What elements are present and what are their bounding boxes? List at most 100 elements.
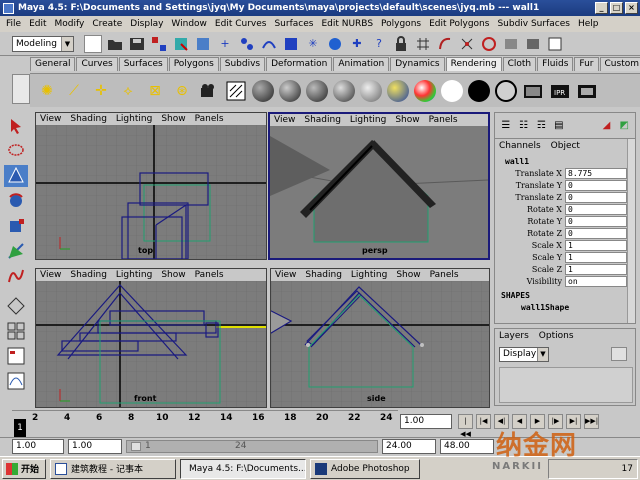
vp-menu-show[interactable]: Show: [161, 114, 185, 124]
playback-end-field[interactable]: 24.00: [382, 439, 436, 454]
channel-value-field[interactable]: 0: [565, 191, 627, 203]
show-hide-editor-icon[interactable]: [546, 35, 564, 53]
menu-set-dropdown[interactable]: Modeling ▼: [12, 35, 74, 52]
range-slider-handle[interactable]: [131, 442, 141, 451]
shape-node-name[interactable]: wall1Shape: [501, 303, 629, 315]
current-time-field[interactable]: 1.00: [400, 414, 452, 429]
layer-type-dropdown[interactable]: Display ▼: [499, 347, 549, 362]
phong-material-icon[interactable]: [306, 79, 328, 102]
go-to-end-button[interactable]: ▶▶|: [584, 414, 599, 429]
channel-value-field[interactable]: 8.775: [565, 167, 627, 179]
channel-box-extra-icon[interactable]: ◢: [600, 119, 614, 133]
blinn-material-icon[interactable]: [279, 79, 301, 102]
menu-edit-curves[interactable]: Edit Curves: [211, 19, 271, 29]
select-misc-icon[interactable]: ?: [370, 35, 388, 53]
animation-start-field[interactable]: 1.00: [12, 439, 64, 454]
lambert-material-icon[interactable]: [252, 79, 274, 102]
attribute-editor-mode-icon[interactable]: ☷: [517, 119, 531, 133]
render-icon[interactable]: [502, 35, 520, 53]
start-button[interactable]: 开始: [2, 458, 46, 479]
layered-shader-icon[interactable]: [387, 79, 409, 102]
select-tool-icon[interactable]: [4, 115, 28, 137]
menu-create[interactable]: Create: [88, 19, 126, 29]
select-component-icon[interactable]: [194, 35, 212, 53]
anisotropic-material-icon[interactable]: [360, 79, 382, 102]
viewport-front[interactable]: View Shading Lighting Show Panels front: [35, 268, 267, 408]
vp-menu-view[interactable]: View: [274, 115, 295, 125]
render-current-frame-icon[interactable]: [522, 80, 544, 102]
channel-value-field[interactable]: on: [565, 275, 627, 287]
channel-value-field[interactable]: 1: [565, 239, 627, 251]
menu-edit-nurbs[interactable]: Edit NURBS: [317, 19, 377, 29]
layout-graph-icon[interactable]: [4, 370, 28, 392]
area-light-icon[interactable]: ⊠: [144, 80, 166, 102]
step-back-key-button[interactable]: |◀: [476, 414, 491, 429]
layer-list[interactable]: [499, 367, 633, 403]
shelf-tab-dynamics[interactable]: Dynamics: [390, 57, 445, 71]
shelf-tab-subdivs[interactable]: Subdivs: [219, 57, 266, 71]
shelf-tab-cloth[interactable]: Cloth: [502, 57, 537, 71]
new-scene-icon[interactable]: [84, 34, 102, 53]
animation-end-field[interactable]: 48.00: [440, 439, 494, 454]
channel-value-field[interactable]: 0: [565, 203, 627, 215]
vp-menu-panels[interactable]: Panels: [195, 114, 224, 124]
manipulator-tool-icon[interactable]: [4, 240, 28, 262]
taskbar-item-maya[interactable]: Maya 4.5: F:\Documents...: [180, 458, 306, 479]
layout-single-icon[interactable]: [4, 295, 28, 317]
channel-value-field[interactable]: 1: [565, 251, 627, 263]
shelf-menu-button[interactable]: [12, 74, 30, 104]
vp-menu-lighting[interactable]: Lighting: [351, 270, 387, 280]
close-button[interactable]: ×: [625, 2, 638, 14]
shelf-tab-custom[interactable]: Custom: [599, 57, 640, 71]
select-rendering-icon[interactable]: ✚: [348, 35, 366, 53]
rotate-tool-icon[interactable]: [4, 190, 28, 212]
channel-box-layers-icon[interactable]: ◩: [617, 119, 631, 133]
volume-light-icon[interactable]: ⊛: [171, 80, 193, 102]
vp-menu-show[interactable]: Show: [396, 270, 420, 280]
shading-map-icon[interactable]: [495, 79, 517, 102]
surface-shader-icon[interactable]: [441, 79, 463, 102]
select-joint-icon[interactable]: [238, 35, 256, 53]
channel-value-field[interactable]: 1: [565, 263, 627, 275]
scale-tool-icon[interactable]: [4, 215, 28, 237]
shelf-tab-polygons[interactable]: Polygons: [168, 57, 219, 71]
spot-light-icon[interactable]: ⟡: [117, 80, 139, 102]
curve-tool-icon[interactable]: [4, 265, 28, 287]
layout-outliner-icon[interactable]: [4, 345, 28, 367]
shelf-tab-curves[interactable]: Curves: [76, 57, 118, 71]
options-menu[interactable]: Options: [539, 331, 574, 341]
select-handle-icon[interactable]: +: [216, 35, 234, 53]
menu-help[interactable]: Help: [574, 19, 603, 29]
minimize-button[interactable]: _: [595, 2, 608, 14]
layout-four-icon[interactable]: [4, 320, 28, 342]
vp-menu-lighting[interactable]: Lighting: [350, 115, 386, 125]
channels-tab[interactable]: Channels: [499, 141, 541, 151]
vp-menu-view[interactable]: View: [40, 114, 61, 124]
menu-subdiv-surfaces[interactable]: Subdiv Surfaces: [493, 19, 574, 29]
camera-icon[interactable]: [198, 80, 220, 102]
select-object-icon[interactable]: [172, 35, 190, 53]
viewport-top[interactable]: View Shading Lighting Show Panels top: [35, 112, 267, 260]
lasso-tool-icon[interactable]: [4, 140, 28, 162]
select-curve-icon[interactable]: [260, 35, 278, 53]
vp-menu-view[interactable]: View: [40, 270, 61, 280]
open-scene-icon[interactable]: [106, 35, 124, 53]
tool-settings-mode-icon[interactable]: ☶: [534, 119, 548, 133]
phonge-material-icon[interactable]: [333, 79, 355, 102]
menu-surfaces[interactable]: Surfaces: [270, 19, 317, 29]
viewport-side[interactable]: View Shading Lighting Show Panels side: [270, 268, 490, 408]
menu-polygons[interactable]: Polygons: [377, 19, 425, 29]
vp-menu-lighting[interactable]: Lighting: [116, 114, 152, 124]
snap-point-icon[interactable]: [458, 35, 476, 53]
shelf-tab-general[interactable]: General: [30, 57, 76, 71]
vp-menu-panels[interactable]: Panels: [430, 270, 459, 280]
shelf-tab-animation[interactable]: Animation: [333, 57, 390, 71]
shelf-tab-fur[interactable]: Fur: [574, 57, 599, 71]
vp-menu-view[interactable]: View: [275, 270, 296, 280]
select-hierarchy-icon[interactable]: [150, 35, 168, 53]
layer-editor-mode-icon[interactable]: ▤: [552, 119, 566, 133]
vp-menu-shading[interactable]: Shading: [305, 270, 342, 280]
move-tool-icon[interactable]: [4, 165, 28, 187]
snap-curve-icon[interactable]: [436, 35, 454, 53]
select-dynamics-icon[interactable]: [326, 35, 344, 53]
